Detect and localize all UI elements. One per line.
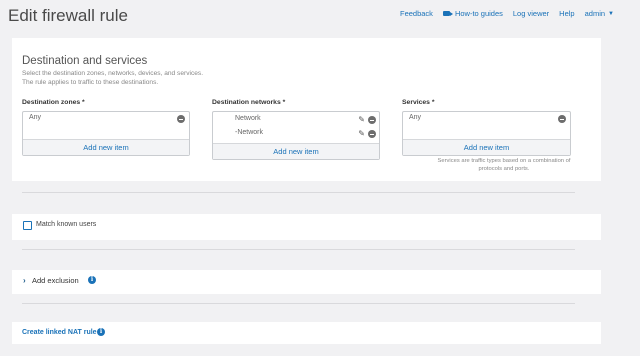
- destination-networks-item: -Network ✎: [213, 127, 379, 141]
- top-bar: Edit firewall rule Feedback How-to guide…: [0, 0, 640, 34]
- add-destination-zone-button[interactable]: Add new item: [23, 139, 189, 155]
- services-item-label: Any: [409, 114, 422, 121]
- how-to-guides-label: How-to guides: [454, 9, 503, 18]
- section-description-line-2: The rule applies to traffic to these des…: [22, 79, 159, 86]
- divider: [22, 303, 575, 304]
- destination-zones-item: Any: [23, 112, 189, 126]
- destination-zones-label: Destination zones *: [22, 99, 85, 106]
- feedback-link[interactable]: Feedback: [400, 9, 433, 18]
- remove-icon[interactable]: [368, 130, 376, 138]
- info-icon[interactable]: i: [97, 328, 105, 336]
- destination-services-panel: Destination and services Select the dest…: [12, 38, 601, 181]
- admin-label: admin: [584, 9, 606, 18]
- pencil-icon[interactable]: ✎: [358, 129, 365, 139]
- admin-menu[interactable]: admin ▼: [585, 9, 614, 18]
- divider: [22, 192, 575, 193]
- destination-networks-label: Destination networks *: [212, 99, 286, 106]
- how-to-guides-link[interactable]: How-to guides: [442, 9, 503, 18]
- section-description-line-1: Select the destination zones, networks, …: [22, 70, 204, 77]
- services-item: Any: [403, 112, 570, 126]
- add-service-button[interactable]: Add new item: [403, 139, 570, 155]
- match-users-panel: Match known users: [12, 214, 601, 240]
- pencil-icon[interactable]: ✎: [358, 115, 365, 125]
- services-box: Any Add new item: [402, 111, 571, 156]
- destination-networks-item-label: Network: [235, 115, 261, 122]
- log-viewer-link[interactable]: Log viewer: [513, 9, 549, 18]
- section-title: Destination and services: [22, 55, 148, 67]
- add-destination-network-button[interactable]: Add new item: [213, 143, 379, 159]
- create-linked-nat-rule-link[interactable]: Create linked NAT rule: [22, 329, 97, 336]
- services-note: Services are traffic types based on a co…: [437, 158, 571, 172]
- services-label: Services *: [402, 99, 435, 106]
- destination-networks-item: Network ✎: [213, 113, 379, 127]
- match-known-users-checkbox[interactable]: [23, 221, 32, 230]
- divider: [22, 249, 575, 250]
- destination-networks-box: Network ✎ -Network ✎ Add new item: [212, 111, 380, 160]
- match-known-users-label: Match known users: [36, 221, 97, 228]
- section-description: Select the destination zones, networks, …: [22, 69, 282, 87]
- chevron-right-icon[interactable]: ›: [23, 276, 26, 285]
- add-exclusion-label[interactable]: Add exclusion: [32, 276, 79, 285]
- info-icon[interactable]: i: [88, 276, 96, 284]
- nat-panel: Create linked NAT rule i: [12, 322, 601, 344]
- exclusion-panel[interactable]: › Add exclusion i: [12, 270, 601, 294]
- camera-icon: [442, 11, 453, 16]
- remove-icon[interactable]: [558, 115, 566, 123]
- remove-icon[interactable]: [177, 115, 185, 123]
- page-title: Edit firewall rule: [8, 6, 128, 25]
- destination-networks-item-label: -Network: [235, 129, 264, 136]
- caret-down-icon: ▼: [608, 10, 614, 17]
- remove-icon[interactable]: [368, 116, 376, 124]
- destination-zones-item-label: Any: [29, 114, 42, 121]
- help-link[interactable]: Help: [559, 9, 574, 18]
- destination-zones-box: Any Add new item: [22, 111, 190, 156]
- header-links: Feedback How-to guides Log viewer Help a…: [400, 9, 614, 18]
